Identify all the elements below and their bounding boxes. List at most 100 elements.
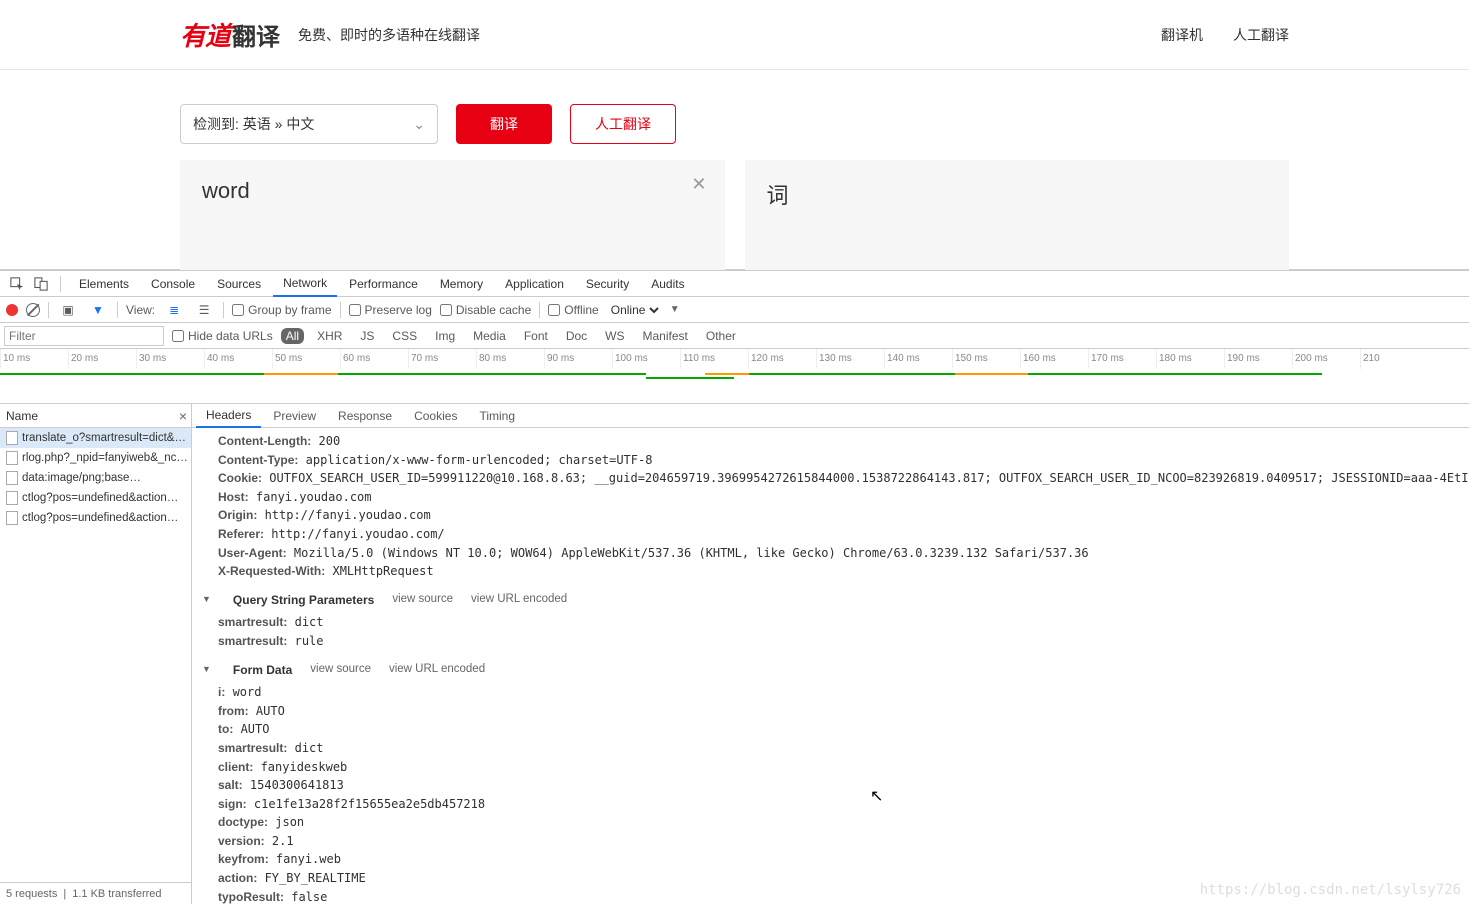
- timeline-tick: 150 ms: [952, 349, 1020, 369]
- detail-tab-response[interactable]: Response: [328, 404, 402, 428]
- logo-sub: 翻译: [232, 17, 280, 52]
- close-detail-icon[interactable]: ×: [179, 408, 187, 424]
- filter-chip-doc[interactable]: Doc: [561, 328, 592, 344]
- large-rows-icon[interactable]: ≣: [163, 299, 185, 321]
- inspect-element-icon[interactable]: [6, 273, 28, 295]
- header-row: to: AUTO: [202, 720, 1459, 739]
- header-row: Origin: http://fanyi.youdao.com: [202, 506, 1459, 525]
- tab-audits[interactable]: Audits: [641, 271, 694, 297]
- header-row: client: fanyideskweb: [202, 758, 1459, 777]
- tab-network[interactable]: Network: [273, 271, 337, 297]
- timeline-tick: 210: [1360, 349, 1428, 369]
- language-detect-text: 检测到: 英语 » 中文: [193, 114, 314, 134]
- name-column-header[interactable]: Name ×: [0, 404, 191, 428]
- timeline-tick: 50 ms: [272, 349, 340, 369]
- group-by-frame-checkbox[interactable]: Group by frame: [232, 303, 331, 317]
- nav-human-translate[interactable]: 人工翻译: [1233, 25, 1289, 45]
- human-translate-button[interactable]: 人工翻译: [570, 104, 676, 144]
- preserve-log-checkbox[interactable]: Preserve log: [349, 303, 432, 317]
- logo[interactable]: 有道 翻译: [180, 16, 280, 53]
- tab-console[interactable]: Console: [141, 271, 205, 297]
- nav-machine-translate[interactable]: 翻译机: [1161, 25, 1203, 45]
- tab-memory[interactable]: Memory: [430, 271, 493, 297]
- clear-button[interactable]: [26, 303, 40, 317]
- timeline-tick: 100 ms: [612, 349, 680, 369]
- offline-checkbox[interactable]: Offline: [548, 303, 598, 317]
- overview-icon[interactable]: ☰: [193, 299, 215, 321]
- request-row[interactable]: data:image/png;base…: [0, 468, 191, 488]
- filter-chip-other[interactable]: Other: [701, 328, 741, 344]
- timeline-tick: 120 ms: [748, 349, 816, 369]
- filter-chip-css[interactable]: CSS: [387, 328, 422, 344]
- source-text: word: [202, 178, 250, 203]
- filter-chip-manifest[interactable]: Manifest: [638, 328, 693, 344]
- header-row: smartresult: dict: [202, 613, 1459, 632]
- filter-toggle-icon[interactable]: ▼: [87, 299, 109, 321]
- output-text: 词: [767, 183, 789, 208]
- toggle-device-icon[interactable]: [30, 273, 52, 295]
- tab-sources[interactable]: Sources: [207, 271, 271, 297]
- record-button[interactable]: [6, 304, 18, 316]
- header-row: smartresult: dict: [202, 739, 1459, 758]
- timeline-tick: 10 ms: [0, 349, 68, 369]
- section-header[interactable]: ▼Query String Parametersview sourceview …: [202, 591, 1459, 610]
- throttling-select[interactable]: Online: [607, 302, 662, 318]
- network-timeline[interactable]: 10 ms20 ms30 ms40 ms50 ms60 ms70 ms80 ms…: [0, 349, 1469, 404]
- header-row: i: word: [202, 683, 1459, 702]
- header-row: smartresult: rule: [202, 632, 1459, 651]
- clear-input-button[interactable]: ✕: [691, 174, 706, 195]
- capture-screenshots-icon[interactable]: ▣: [57, 299, 79, 321]
- header-row: typoResult: false: [202, 888, 1459, 904]
- request-row[interactable]: ctlog?pos=undefined&action…: [0, 508, 191, 528]
- timeline-tick: 40 ms: [204, 349, 272, 369]
- filter-chip-media[interactable]: Media: [468, 328, 511, 344]
- source-text-input[interactable]: word ✕: [180, 160, 725, 270]
- file-icon: [6, 511, 18, 525]
- section-header[interactable]: ▼Form Dataview sourceview URL encoded: [202, 661, 1459, 680]
- chevron-down-icon: ⌄: [413, 116, 425, 133]
- filter-chip-ws[interactable]: WS: [600, 328, 629, 344]
- request-row[interactable]: ctlog?pos=undefined&action…: [0, 488, 191, 508]
- detail-tab-cookies[interactable]: Cookies: [404, 404, 467, 428]
- header-row: User-Agent: Mozilla/5.0 (Windows NT 10.0…: [202, 544, 1459, 563]
- tab-performance[interactable]: Performance: [339, 271, 428, 297]
- file-icon: [6, 451, 18, 465]
- filter-chip-xhr[interactable]: XHR: [312, 328, 347, 344]
- header-row: Referer: http://fanyi.youdao.com/: [202, 525, 1459, 544]
- hide-data-urls-checkbox[interactable]: Hide data URLs: [172, 329, 273, 343]
- devtools-panel-tabs: Elements Console Sources Network Perform…: [0, 271, 1469, 297]
- filter-chip-img[interactable]: Img: [430, 328, 460, 344]
- timeline-tick: 140 ms: [884, 349, 952, 369]
- detail-tab-headers[interactable]: Headers: [196, 404, 261, 428]
- header-row: Cookie: OUTFOX_SEARCH_USER_ID=599911220@…: [202, 469, 1459, 488]
- detail-tab-timing[interactable]: Timing: [469, 404, 525, 428]
- file-icon: [6, 491, 18, 505]
- header-row: version: 2.1: [202, 832, 1459, 851]
- language-selector[interactable]: 检测到: 英语 » 中文 ⌄: [180, 104, 438, 144]
- timeline-tick: 160 ms: [1020, 349, 1088, 369]
- header-row: X-Requested-With: XMLHttpRequest: [202, 562, 1459, 581]
- timeline-tick: 30 ms: [136, 349, 204, 369]
- request-row[interactable]: rlog.php?_npid=fanyiweb&_nc…: [0, 448, 191, 468]
- tab-elements[interactable]: Elements: [69, 271, 139, 297]
- network-toolbar: ▣ ▼ View: ≣ ☰ Group by frame Preserve lo…: [0, 297, 1469, 323]
- translate-button[interactable]: 翻译: [456, 104, 552, 144]
- request-row[interactable]: translate_o?smartresult=dict&…: [0, 428, 191, 448]
- filter-input[interactable]: [4, 326, 164, 346]
- timeline-tick: 170 ms: [1088, 349, 1156, 369]
- filter-chip-font[interactable]: Font: [519, 328, 553, 344]
- filter-chip-all[interactable]: All: [281, 328, 304, 344]
- header-row: sign: c1e1fe13a28f2f15655ea2e5db457218: [202, 795, 1459, 814]
- tab-security[interactable]: Security: [576, 271, 639, 297]
- site-header: 有道 翻译 免费、即时的多语种在线翻译 翻译机 人工翻译: [0, 0, 1469, 70]
- logo-brand: 有道: [180, 16, 230, 53]
- timeline-tick: 90 ms: [544, 349, 612, 369]
- disable-cache-checkbox[interactable]: Disable cache: [440, 303, 531, 317]
- filter-chip-js[interactable]: JS: [355, 328, 379, 344]
- timeline-tick: 80 ms: [476, 349, 544, 369]
- network-filter-bar: Hide data URLs All XHR JS CSS Img Media …: [0, 323, 1469, 349]
- file-icon: [6, 431, 18, 445]
- tab-application[interactable]: Application: [495, 271, 574, 297]
- view-label: View:: [126, 303, 155, 317]
- detail-tab-preview[interactable]: Preview: [263, 404, 326, 428]
